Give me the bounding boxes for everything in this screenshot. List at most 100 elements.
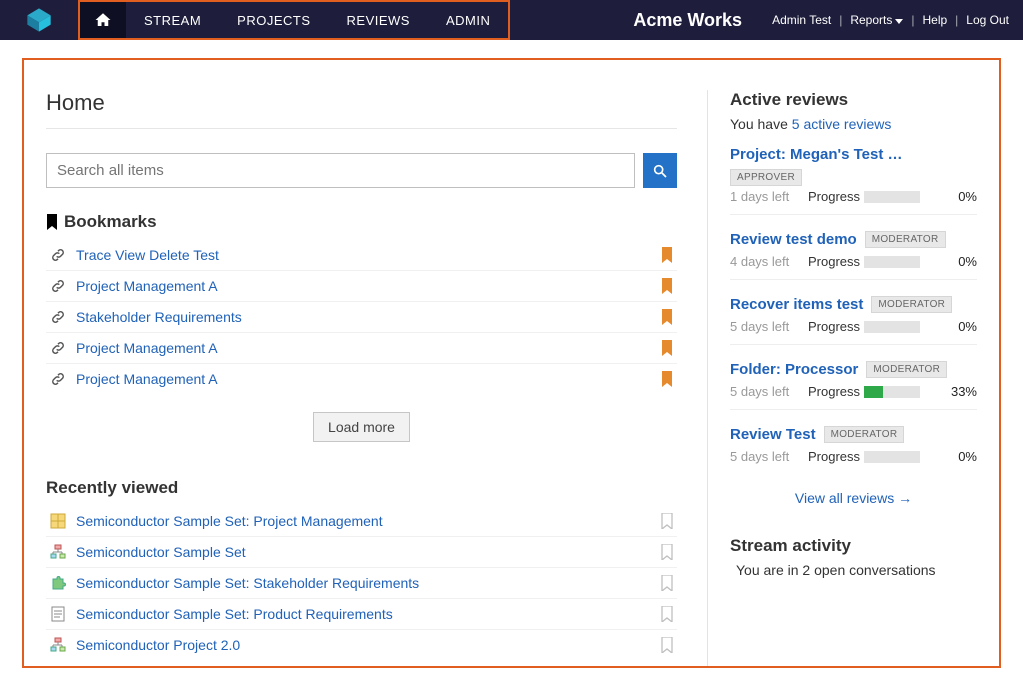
progress-label: Progress [808,254,860,269]
days-left: 4 days left [730,254,808,269]
bookmark-outline-icon[interactable] [661,637,673,653]
item-type-icon [50,575,66,591]
progress-percent: 33% [941,384,977,399]
list-item: Project Management A [46,364,677,394]
list-item: Trace View Delete Test [46,240,677,271]
item-type-icon [50,247,66,263]
content-frame: Home Bookmarks Trace View Delete TestP [22,58,1001,668]
bookmark-filled-icon[interactable] [661,309,673,325]
bookmarks-heading: Bookmarks [46,212,677,232]
bookmark-link[interactable]: Project Management A [76,371,651,387]
item-type-icon [50,340,66,356]
current-user[interactable]: Admin Test [772,13,831,27]
progress-percent: 0% [941,449,977,464]
recently-viewed-heading: Recently viewed [46,478,677,498]
nav-admin[interactable]: ADMIN [428,2,508,38]
list-item: Project Management A [46,333,677,364]
home-icon [94,11,112,29]
review-item: Review TestMODERATOR5 days leftProgress0… [730,426,977,474]
review-title-link[interactable]: Review test demo [730,231,857,248]
app-logo[interactable] [0,0,78,40]
review-title-link[interactable]: Review Test [730,426,816,443]
stream-activity-subtext: You are in 2 open conversations [730,562,977,578]
bookmark-icon [46,214,58,230]
recent-item-link[interactable]: Semiconductor Sample Set: Product Requir… [76,606,651,622]
stream-activity-heading: Stream activity [730,536,977,556]
review-title-link[interactable]: Project: Megan's Test … [730,146,903,163]
bookmark-outline-icon[interactable] [661,513,673,529]
active-reviews-subtext: You have 5 active reviews [730,116,977,132]
search-button[interactable] [643,153,677,188]
progress-bar [864,256,920,268]
bookmark-link[interactable]: Project Management A [76,340,651,356]
nav-projects[interactable]: PROJECTS [219,2,328,38]
role-badge: APPROVER [730,169,802,186]
list-item: Semiconductor Sample Set: Product Requir… [46,599,677,630]
progress-percent: 0% [941,254,977,269]
page-title: Home [46,90,677,116]
review-item: Folder: Processor MODERATOR 5 days leftPro… [730,361,977,410]
recent-item-link[interactable]: Semiconductor Sample Set [76,544,651,560]
top-right-links: Admin Test | Reports | Help | Log Out [772,13,1023,27]
list-item: Semiconductor Sample Set [46,537,677,568]
brand-name: Acme Works [633,10,742,31]
days-left: 5 days left [730,319,808,334]
nav-stream[interactable]: STREAM [126,2,219,38]
nav-reviews[interactable]: REVIEWS [329,2,428,38]
load-more-button[interactable]: Load more [313,412,410,442]
primary-nav-group: STREAM PROJECTS REVIEWS ADMIN [78,0,510,40]
progress-percent: 0% [941,319,977,334]
recent-item-link[interactable]: Semiconductor Sample Set: Stakeholder Re… [76,575,651,591]
bookmark-filled-icon[interactable] [661,371,673,387]
active-reviews-heading: Active reviews [730,90,977,110]
days-left: 5 days left [730,384,808,399]
active-reviews-count-link[interactable]: 5 active reviews [792,116,892,132]
list-item: Semiconductor Sample Set: Stakeholder Re… [46,568,677,599]
review-title-link[interactable]: Recover items test [730,296,863,313]
days-left: 5 days left [730,449,808,464]
item-type-icon [50,371,66,387]
progress-bar [864,191,920,203]
search-icon [652,163,668,179]
progress-bar [864,321,920,333]
progress-bar [864,386,920,398]
review-title-link[interactable]: Folder: Processor [730,361,858,378]
review-item: Project: Megan's Test …APPROVER1 days le… [730,146,977,215]
search-input[interactable] [46,153,635,188]
bookmark-filled-icon[interactable] [661,340,673,356]
recent-item-link[interactable]: Semiconductor Sample Set: Project Manage… [76,513,651,529]
recent-item-link[interactable]: Semiconductor Project 2.0 [76,637,651,653]
bookmark-outline-icon[interactable] [661,606,673,622]
item-type-icon [50,513,66,529]
item-type-icon [50,637,66,653]
bookmark-link[interactable]: Project Management A [76,278,651,294]
item-type-icon [50,278,66,294]
progress-label: Progress [808,319,860,334]
progress-label: Progress [808,384,860,399]
bookmark-link[interactable]: Stakeholder Requirements [76,309,651,325]
list-item: Semiconductor Sample Set: Project Manage… [46,506,677,537]
item-type-icon [50,606,66,622]
item-type-icon [50,544,66,560]
bookmark-link[interactable]: Trace View Delete Test [76,247,651,263]
nav-home[interactable] [80,2,126,38]
chevron-down-icon [895,19,903,24]
bookmark-filled-icon[interactable] [661,247,673,263]
progress-bar [864,451,920,463]
item-type-icon [50,309,66,325]
list-item: Semiconductor Project 2.0 [46,630,677,660]
view-all-reviews-link[interactable]: View all reviews → [730,490,977,506]
help-link[interactable]: Help [922,13,947,27]
logout-link[interactable]: Log Out [966,13,1009,27]
progress-percent: 0% [941,189,977,204]
logo-icon [25,6,53,34]
bookmark-outline-icon[interactable] [661,575,673,591]
bookmarks-list: Trace View Delete Test Project Management… [46,240,677,394]
list-item: Stakeholder Requirements [46,302,677,333]
role-badge: MODERATOR [866,361,947,378]
bookmark-outline-icon[interactable] [661,544,673,560]
top-nav: STREAM PROJECTS REVIEWS ADMIN Acme Works… [0,0,1023,40]
reports-menu[interactable]: Reports [850,13,903,27]
recently-viewed-list: Semiconductor Sample Set: Project Manage… [46,506,677,660]
bookmark-filled-icon[interactable] [661,278,673,294]
